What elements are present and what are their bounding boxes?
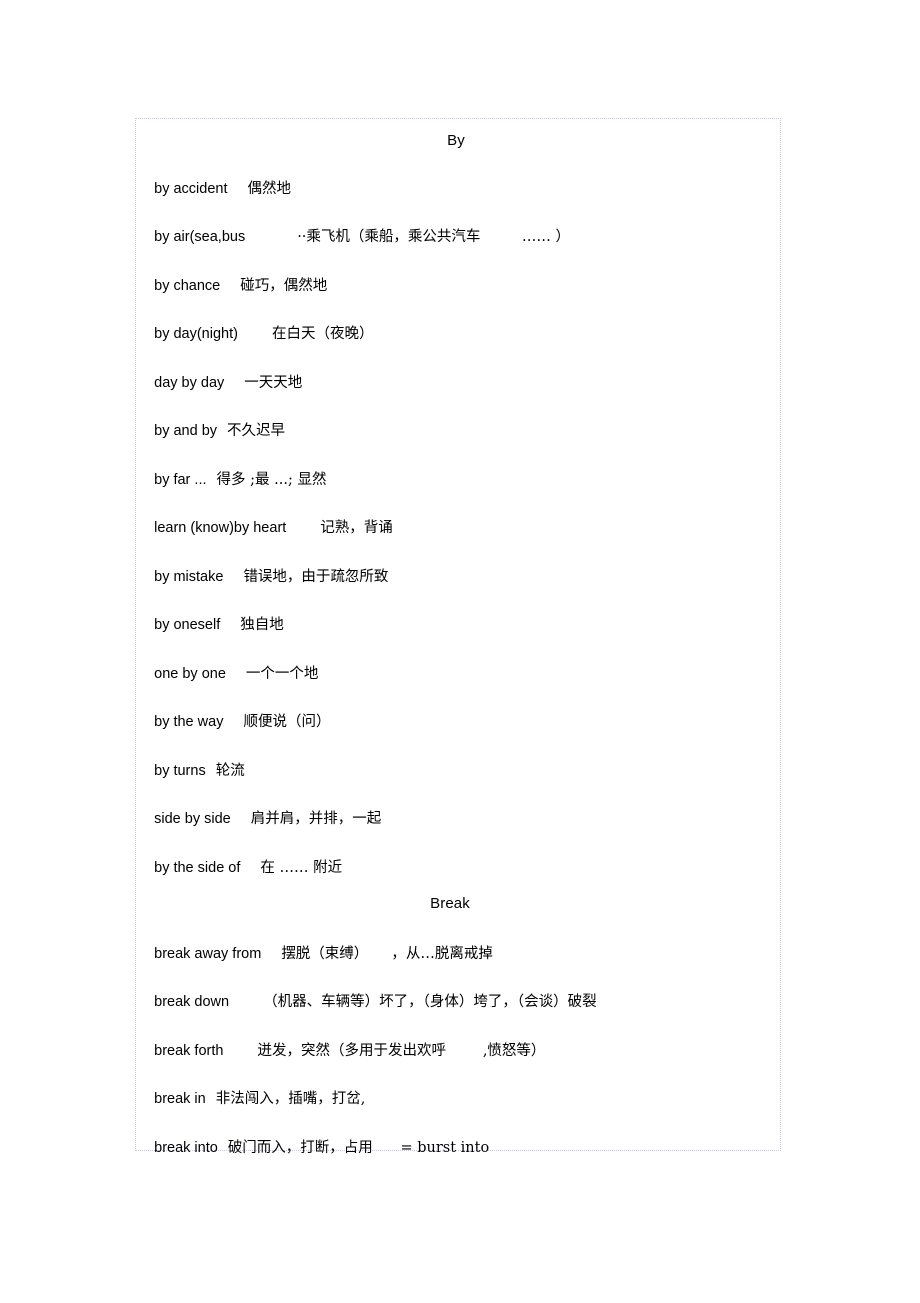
phrase-term: by the side of <box>154 859 241 876</box>
phrase-entry: by the side of 在 …… 附近 <box>138 846 342 890</box>
phrase-gloss: 记熟，背诵 <box>320 519 393 536</box>
phrase-gloss: 迸发，突然（多用于发出欢呼 ,愤怒等） <box>257 1042 546 1059</box>
document-page-frame: By by accident 偶然地 by air(sea,bus ··乘飞机（乘船… <box>135 118 781 1155</box>
phrase-term: learn (know)by heart <box>154 519 287 536</box>
phrase-gloss: 轮流 <box>215 762 245 779</box>
phrase-entry: by far ... 得多 ;最 ...; 显然 <box>138 458 326 502</box>
phrase-entry: by oneself 独自地 <box>138 603 284 647</box>
phrase-term: break in <box>154 1090 206 1107</box>
phrase-gloss: 得多 ;最 ...; 显然 <box>216 471 327 488</box>
phrase-gloss: 肩并肩，并排，一起 <box>250 810 382 827</box>
phrase-gloss: 摆脱（束缚） ，从…脱离戒掉 <box>281 945 493 962</box>
phrase-entry: by day(night) 在白天（夜晚） <box>138 312 373 356</box>
phrase-entry: by chance 碰巧，偶然地 <box>138 264 327 308</box>
phrase-gloss: 破门而入，打断，占用 = burst into <box>227 1139 490 1156</box>
phrase-term: by chance <box>154 277 221 294</box>
phrase-term: break forth <box>154 1042 224 1059</box>
phrase-entry: break into 破门而入，打断，占用 = burst into <box>138 1126 489 1170</box>
phrase-entry: break in 非法闯入，插嘴，打岔, <box>138 1077 365 1121</box>
phrase-term: one by one <box>154 665 226 682</box>
phrase-term: by day(night) <box>154 325 238 342</box>
phrase-gloss: 碰巧，偶然地 <box>240 277 328 294</box>
phrase-entry: by and by 不久迟早 <box>138 409 285 453</box>
phrase-gloss: 不久迟早 <box>227 422 286 439</box>
phrase-term: by and by <box>154 422 218 439</box>
phrase-term: break down <box>154 993 230 1010</box>
phrase-entry: by mistake 错误地，由于疏忽所致 <box>138 555 388 599</box>
phrase-entry: break down （机器、车辆等）坏了，（身体）垮了，（会谈）破裂 <box>138 980 597 1024</box>
phrase-entry: break forth 迸发，突然（多用于发出欢呼 ,愤怒等） <box>138 1029 545 1073</box>
phrase-entry: by the way 顺便说（问） <box>138 700 330 744</box>
phrase-entry: by air(sea,bus ··乘飞机（乘船，乘公共汽车 …… ） <box>138 215 570 259</box>
phrase-term: side by side <box>154 810 231 827</box>
phrase-term: by turns <box>154 762 206 779</box>
phrase-term: by oneself <box>154 616 221 633</box>
phrase-gloss: 顺便说（问） <box>243 713 331 730</box>
phrase-term: by air(sea,bus <box>154 228 246 245</box>
phrase-entry: break away from 摆脱（束缚） ，从…脱离戒掉 <box>138 932 493 976</box>
phrase-gloss: 错误地，由于疏忽所致 <box>243 568 389 585</box>
phrase-gloss: （机器、车辆等）坏了，（身体）垮了，（会谈）破裂 <box>263 993 597 1010</box>
phrase-entry: one by one 一个一个地 <box>138 652 318 696</box>
phrase-gloss: 在 …… 附近 <box>260 859 343 876</box>
phrase-term: by mistake <box>154 568 224 585</box>
phrase-gloss: 一天天地 <box>244 374 303 391</box>
phrase-gloss: 一个一个地 <box>245 665 319 682</box>
phrase-entry: by turns 轮流 <box>138 749 245 793</box>
phrase-entry: learn (know)by heart 记熟，背诵 <box>138 506 393 550</box>
phrase-term: by the way <box>154 713 224 730</box>
section-heading-by: By <box>447 132 465 149</box>
phrase-term: by accident <box>154 180 228 197</box>
phrase-term: day by day <box>154 374 225 391</box>
phrase-entry: by accident 偶然地 <box>138 167 291 211</box>
phrase-term: break into <box>154 1139 218 1156</box>
phrase-gloss: 在白天（夜晚） <box>271 325 374 342</box>
phrase-entry: side by side 肩并肩，并排，一起 <box>138 797 381 841</box>
phrase-term: by far ... <box>154 471 207 488</box>
phrase-gloss: 非法闯入，插嘴，打岔, <box>215 1090 366 1107</box>
phrase-term: break away from <box>154 945 262 962</box>
phrase-gloss: ··乘飞机（乘船，乘公共汽车 …… ） <box>297 228 571 245</box>
phrase-entry: day by day 一天天地 <box>138 361 302 405</box>
section-heading-break: Break <box>430 895 470 912</box>
phrase-gloss: 偶然地 <box>247 180 291 197</box>
phrase-gloss: 独自地 <box>240 616 284 633</box>
